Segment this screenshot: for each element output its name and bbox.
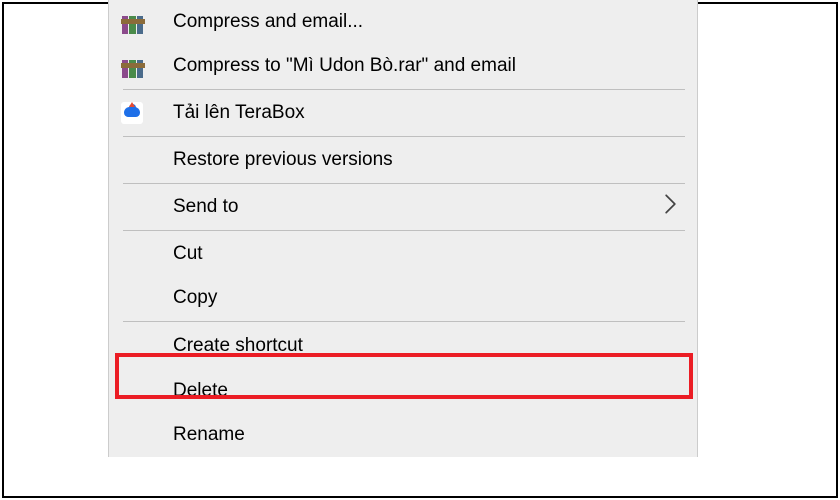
- context-menu: Compress and email... Compress to "Mì Ud…: [108, 0, 698, 457]
- menu-item-label: Send to: [173, 196, 697, 218]
- menu-item-rename[interactable]: Rename: [109, 413, 697, 457]
- menu-item-label: Copy: [173, 287, 697, 309]
- menu-item-label: Delete: [173, 380, 697, 402]
- menu-item-label: Tải lên TeraBox: [173, 102, 697, 124]
- menu-item-label: Create shortcut: [173, 335, 697, 357]
- menu-item-send-to[interactable]: Send to: [109, 185, 697, 229]
- menu-separator: [123, 136, 685, 137]
- menu-item-compress-email[interactable]: Compress and email...: [109, 0, 697, 44]
- menu-item-restore-versions[interactable]: Restore previous versions: [109, 138, 697, 182]
- winrar-icon: [121, 54, 173, 78]
- menu-item-label: Cut: [173, 243, 697, 265]
- menu-separator: [123, 321, 685, 322]
- menu-item-delete[interactable]: Delete: [109, 369, 697, 413]
- menu-item-compress-named-email[interactable]: Compress to "Mì Udon Bò.rar" and email: [109, 44, 697, 88]
- menu-item-label: Rename: [173, 424, 697, 446]
- menu-item-label: Compress to "Mì Udon Bò.rar" and email: [173, 55, 697, 77]
- menu-item-label: Restore previous versions: [173, 149, 697, 171]
- chevron-right-icon: [664, 193, 677, 221]
- menu-item-terabox-upload[interactable]: Tải lên TeraBox: [109, 91, 697, 135]
- winrar-icon: [121, 10, 173, 34]
- menu-separator: [123, 183, 685, 184]
- terabox-icon: [121, 102, 173, 124]
- menu-item-label: Compress and email...: [173, 11, 697, 33]
- menu-separator: [123, 89, 685, 90]
- menu-item-create-shortcut[interactable]: Create shortcut: [109, 323, 697, 369]
- menu-separator: [123, 230, 685, 231]
- menu-item-cut[interactable]: Cut: [109, 232, 697, 276]
- menu-item-copy[interactable]: Copy: [109, 276, 697, 320]
